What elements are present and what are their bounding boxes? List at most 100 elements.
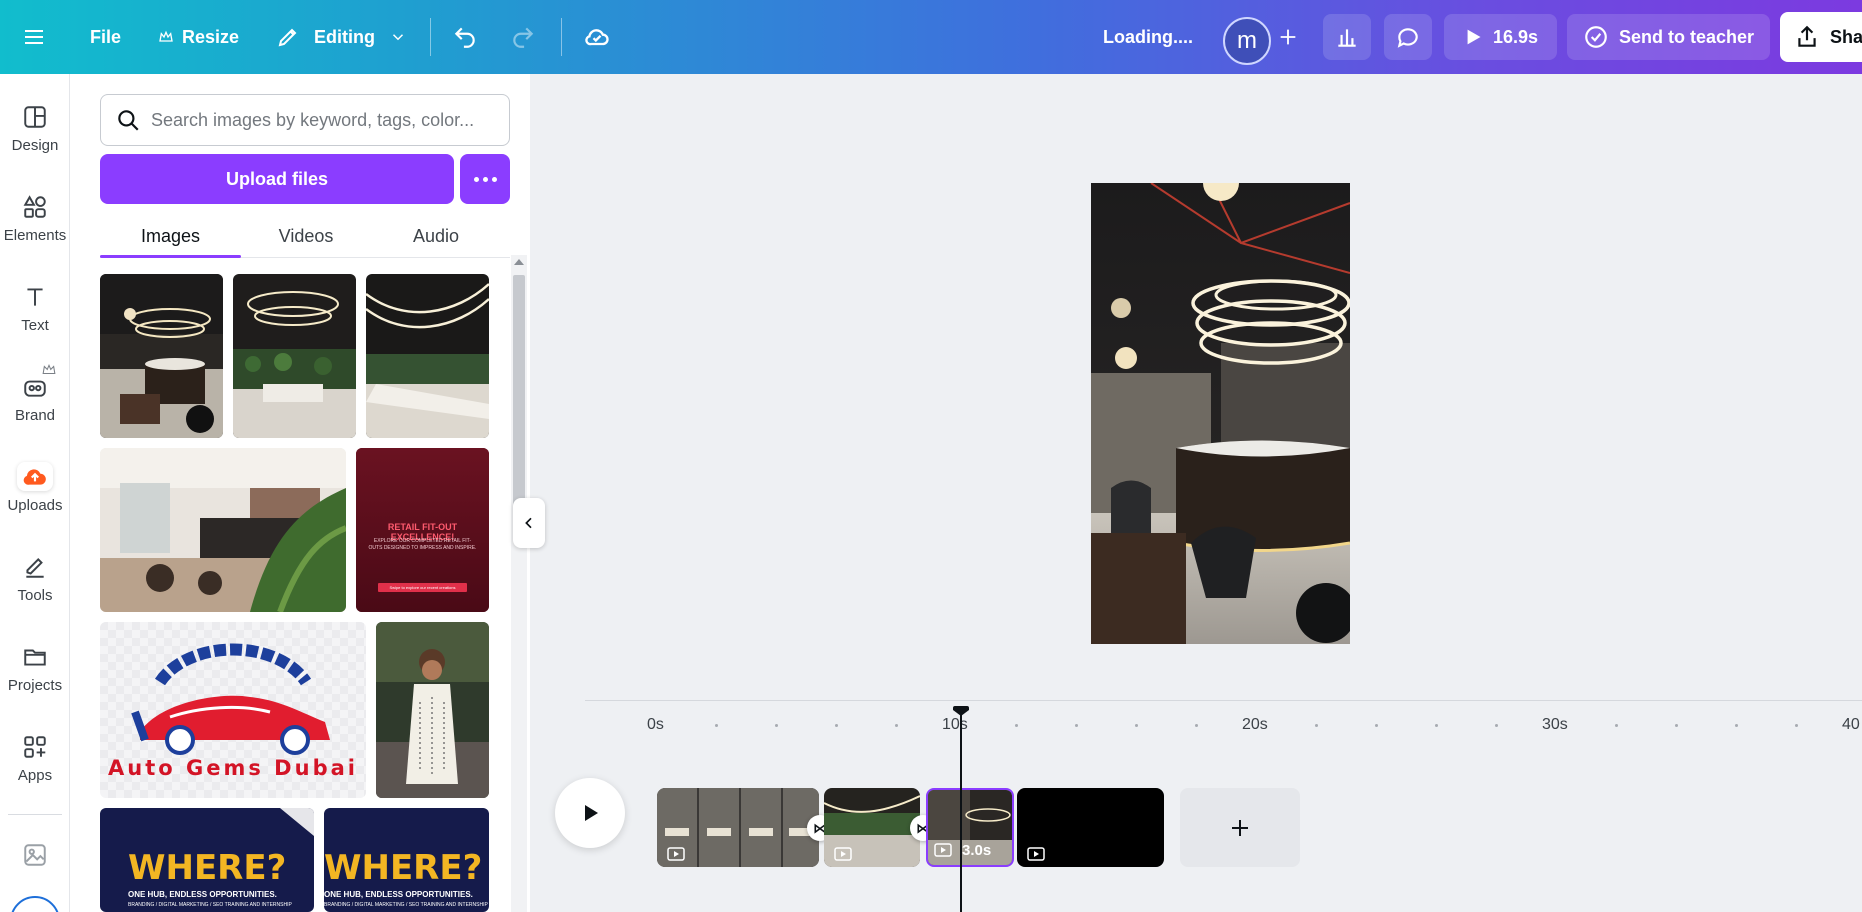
apps-icon: [20, 732, 50, 761]
where-flyer-thumbnail[interactable]: WHERE? ONE HUB, ENDLESS OPPORTUNITIES. B…: [324, 808, 489, 912]
where-tags: BRANDING / DIGITAL MARKETING / SEO TRAIN…: [128, 902, 292, 908]
timeline-minor-tick: [1015, 724, 1018, 727]
crown-icon: [159, 30, 173, 42]
timeline-minor-tick: [1675, 724, 1678, 727]
rail-item-design[interactable]: Design: [0, 74, 70, 154]
timeline-tick-label: 20s: [1242, 716, 1268, 733]
rail-label: Apps: [17, 767, 53, 784]
upload-thumbnail[interactable]: [100, 448, 346, 612]
media-tabs: Images Videos Audio: [100, 214, 510, 258]
where-sub: ONE HUB, ENDLESS OPPORTUNITIES.: [324, 890, 473, 899]
send-to-teacher-button[interactable]: Send to teacher: [1567, 14, 1770, 60]
tab-images[interactable]: Images: [100, 214, 241, 258]
toolbar-divider: [561, 18, 562, 56]
collapse-panel-button[interactable]: [513, 498, 545, 548]
scroll-up-arrow-icon[interactable]: [514, 259, 524, 265]
playhead-handle[interactable]: [953, 706, 969, 716]
rail-item-tools[interactable]: Tools: [0, 524, 70, 604]
where-tags: BRANDING / DIGITAL MARKETING / SEO TRAIN…: [324, 902, 488, 908]
present-play-button[interactable]: 16.9s: [1444, 14, 1557, 60]
upload-thumbnail[interactable]: [376, 622, 489, 798]
recent-image-app-icon[interactable]: [22, 842, 48, 868]
auto-gems-logo-thumbnail[interactable]: Auto Gems Dubai: [100, 622, 366, 798]
upload-thumbnail[interactable]: [100, 274, 223, 438]
timeline-clip[interactable]: [657, 788, 819, 867]
resize-button[interactable]: Resize: [158, 0, 239, 74]
cloud-save-button[interactable]: [583, 0, 611, 74]
tab-audio[interactable]: Audio: [371, 214, 501, 258]
check-circle-icon: [1585, 26, 1607, 48]
timeline-tick-label: 40: [1842, 716, 1860, 733]
insights-button[interactable]: [1323, 14, 1371, 60]
timeline-playhead[interactable]: [960, 708, 962, 912]
video-icon: [667, 847, 685, 861]
timeline-play-button[interactable]: [555, 778, 625, 848]
timeline-minor-tick: [1795, 724, 1798, 727]
more-options-button[interactable]: [460, 154, 510, 204]
where-flyer-thumbnail[interactable]: WHERE? ONE HUB, ENDLESS OPPORTUNITIES. B…: [100, 808, 314, 912]
comment-icon: [1397, 28, 1418, 48]
side-nav-rail: Design Elements Text Brand Uploads Tools…: [0, 74, 70, 912]
play-icon: [1467, 29, 1481, 45]
dot: [491, 176, 497, 182]
send-label: Send to teacher: [1618, 26, 1755, 47]
upload-cloud-icon: [17, 462, 53, 491]
uploads-panel: Upload files Images Videos Audio: [70, 74, 530, 912]
crown-icon: [42, 364, 56, 375]
menu-button[interactable]: [22, 0, 46, 74]
redo-button[interactable]: [510, 0, 536, 74]
loading-status: Loading....: [1103, 0, 1193, 74]
tab-label: Images: [140, 225, 201, 246]
timeline-minor-tick: [1615, 724, 1618, 727]
add-collaborator-button[interactable]: [1268, 17, 1308, 57]
comment-button[interactable]: [1384, 14, 1432, 60]
rail-label: Text: [21, 317, 49, 334]
timeline-clip[interactable]: [824, 788, 920, 867]
upload-label: Upload files: [225, 168, 328, 189]
timeline-clip-selected[interactable]: 3.0s: [926, 788, 1014, 867]
file-label: File: [90, 26, 122, 47]
editing-mode-dropdown[interactable]: Editing: [276, 0, 407, 74]
canvas-page-video[interactable]: [1091, 183, 1350, 644]
timeline-clip[interactable]: [1017, 788, 1164, 867]
app-launcher-circle-icon[interactable]: [10, 896, 60, 912]
rail-item-brand[interactable]: Brand: [0, 344, 70, 424]
toolbar-divider: [430, 18, 431, 56]
timeline-minor-tick: [1195, 724, 1198, 727]
video-icon: [934, 843, 952, 857]
rail-item-projects[interactable]: Projects: [0, 614, 70, 694]
avatar[interactable]: m: [1223, 17, 1271, 65]
share-button[interactable]: Sha: [1780, 12, 1862, 62]
rail-item-apps[interactable]: Apps: [0, 704, 70, 784]
timeline-minor-tick: [895, 724, 898, 727]
where-title: WHERE?: [324, 848, 483, 888]
avatar-initial: m: [1237, 27, 1257, 54]
rail-item-text[interactable]: Text: [0, 254, 70, 334]
share-upload-icon: [1798, 25, 1816, 47]
play-icon: [585, 805, 598, 821]
upload-thumbnail[interactable]: [233, 274, 356, 438]
video-icon: [1027, 847, 1045, 861]
add-page-button[interactable]: [1180, 788, 1300, 867]
undo-button[interactable]: [452, 0, 478, 74]
rail-item-uploads[interactable]: Uploads: [0, 434, 70, 514]
timeline-minor-tick: [835, 724, 838, 727]
chevron-left-icon: [525, 517, 532, 529]
tab-label: Videos: [278, 225, 334, 246]
resize-label: Resize: [182, 26, 240, 47]
text-icon: [20, 282, 50, 311]
share-label: Sha: [1830, 26, 1862, 47]
timeline-minor-tick: [1375, 724, 1378, 727]
file-menu-button[interactable]: File: [90, 0, 121, 74]
retail-fitout-flyer-thumbnail[interactable]: RETAIL FIT-OUT EXCELLENCE! EXPLORE OUR C…: [356, 448, 489, 612]
rail-label: Tools: [17, 587, 53, 604]
search-input[interactable]: [151, 109, 501, 131]
upload-files-button[interactable]: Upload files: [100, 154, 454, 204]
rail-item-elements[interactable]: Elements: [0, 164, 70, 244]
pencil-icon: [278, 28, 297, 47]
tab-videos[interactable]: Videos: [241, 214, 371, 258]
timeline-tick-label: 30s: [1542, 716, 1568, 733]
rail-divider: [8, 814, 62, 815]
upload-thumbnail[interactable]: [366, 274, 489, 438]
elements-icon: [20, 192, 50, 221]
